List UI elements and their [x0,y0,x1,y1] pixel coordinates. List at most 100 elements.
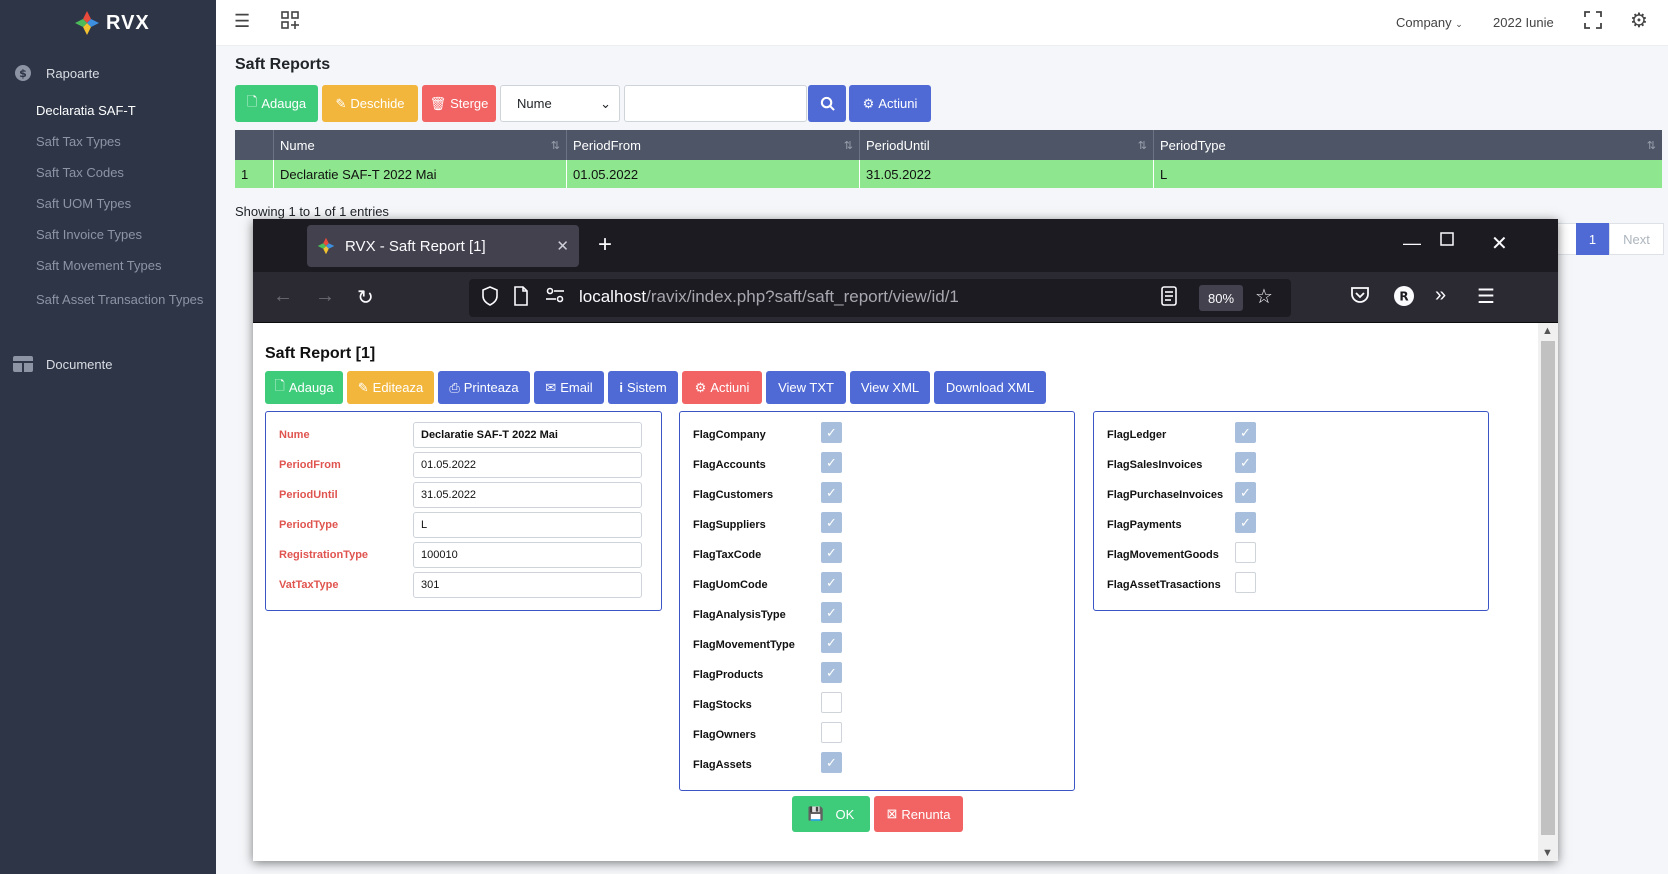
hamburger-menu-icon[interactable]: ☰ [234,11,250,32]
flag-checkbox[interactable]: ✓ [1235,422,1256,443]
file-icon: 🗋 [246,93,258,109]
browser-tab[interactable]: RVX - Saft Report [1] ✕ [307,225,579,267]
back-icon[interactable]: ← [273,285,293,308]
sidebar-item-declaratia-saft[interactable]: Declaratia SAF-T [36,101,206,120]
view-txt-button[interactable]: View TXT [766,371,846,404]
bookmark-star-icon[interactable]: ☆ [1255,284,1273,309]
extensions-chevron-icon[interactable]: » [1435,284,1446,307]
flag-checkbox[interactable]: ✓ [821,512,842,533]
report-system-button[interactable]: i Sistem [608,371,678,404]
pocket-icon[interactable] [1350,286,1370,310]
flag-checkbox[interactable]: ✓ [821,452,842,473]
minimize-icon[interactable]: — [1403,233,1421,254]
field-vattaxtype-input[interactable]: 301 [413,572,642,598]
field-label-periodfrom: PeriodFrom [279,459,341,471]
sidebar-item-saft-asset-transaction-types[interactable]: Saft Asset Transaction Types [36,290,206,309]
app-logo[interactable]: RVX [74,8,150,38]
profile-avatar[interactable]: R [1393,285,1415,313]
flag-checkbox[interactable]: ✓ [1235,482,1256,503]
sidebar-item-saft-tax-codes[interactable]: Saft Tax Codes [36,163,206,182]
field-periodtype-input[interactable]: L [413,512,642,538]
report-edit-button[interactable]: ✎ Editeaza [347,371,434,404]
open-button[interactable]: ✎ Deschide [322,85,418,122]
flag-checkbox[interactable]: ✓ [821,752,842,773]
sidebar-group-documente[interactable]: Documente [12,355,112,373]
flag-checkbox[interactable]: ✓ [1235,452,1256,473]
flag-checkbox[interactable] [1235,572,1256,593]
flag-label: FlagUomCode [693,579,768,591]
table-row[interactable]: 1 Declaratie SAF-T 2022 Mai 01.05.2022 3… [235,160,1662,188]
sidebar-item-saft-invoice-types[interactable]: Saft Invoice Types [36,225,206,244]
page-icon[interactable] [513,286,529,311]
scroll-down-arrow-icon[interactable]: ▼ [1542,847,1553,859]
field-nume-input[interactable]: Declaratie SAF-T 2022 Mai [413,422,642,448]
report-actions-button[interactable]: ⚙ Actiuni [682,371,762,404]
column-header-periodtype[interactable]: PeriodType ⇅ [1154,130,1662,160]
sidebar-item-saft-uom-types[interactable]: Saft UOM Types [36,194,206,213]
forward-icon[interactable]: → [315,285,335,308]
delete-button[interactable]: 🗑 Sterge [422,85,496,122]
scrollbar-thumb[interactable] [1541,341,1555,835]
column-header-perioduntil[interactable]: PeriodUntil ⇅ [860,130,1154,160]
permissions-icon[interactable] [545,286,565,309]
report-email-button[interactable]: ✉ Email [534,371,604,404]
cancel-button[interactable]: ⊠ Renunta [874,796,963,832]
url-text[interactable]: localhost/ravix/index.php?saft/saft_repo… [579,287,959,307]
gear-icon[interactable]: ⚙ [1630,8,1648,33]
report-add-button[interactable]: 🗋 Adauga [265,371,343,404]
apps-grid-icon[interactable] [280,10,300,35]
zoom-level[interactable]: 80% [1199,285,1243,311]
ok-button[interactable]: 💾 OK [792,796,870,832]
period-selector[interactable]: 2022 Iunie [1493,15,1554,30]
flag-checkbox[interactable]: ✓ [821,542,842,563]
browser-menu-icon[interactable]: ☰ [1477,284,1495,309]
column-header-periodfrom[interactable]: PeriodFrom ⇅ [567,130,860,160]
flag-checkbox[interactable]: ✓ [821,422,842,443]
filter-field-select[interactable]: Nume ⌄ [500,85,620,122]
sort-icon: ⇅ [1137,139,1147,152]
checkmark-icon: ✓ [1240,484,1251,500]
flag-checkbox[interactable]: ✓ [821,572,842,593]
reload-icon[interactable]: ↻ [357,285,374,310]
flag-checkbox[interactable] [821,722,842,743]
search-input[interactable] [624,85,807,122]
add-button[interactable]: 🗋 Adauga [235,85,318,122]
report-print-button[interactable]: ⎙ Printeaza [438,371,530,404]
table-cell-periodfrom: 01.05.2022 [567,160,860,188]
url-bar[interactable]: localhost/ravix/index.php?saft/saft_repo… [469,279,1291,317]
pager-next[interactable]: Next [1609,223,1664,255]
field-perioduntil-input[interactable]: 31.05.2022 [413,482,642,508]
fullscreen-icon[interactable] [1583,10,1603,35]
company-dropdown[interactable]: Company ⌄ [1396,15,1463,30]
download-xml-button[interactable]: Download XML [934,371,1046,404]
flag-label: FlagProducts [693,669,764,681]
pager-page-1[interactable]: 1 [1576,223,1609,255]
close-tab-icon[interactable]: ✕ [556,237,569,255]
flag-checkbox[interactable] [821,692,842,713]
sidebar-item-saft-tax-types[interactable]: Saft Tax Types [36,132,206,151]
gear-icon: ⚙ [694,379,707,395]
checkmark-icon: ✓ [826,484,837,500]
search-button[interactable] [808,85,846,122]
flag-checkbox[interactable]: ✓ [821,632,842,653]
flag-checkbox[interactable]: ✓ [821,602,842,623]
flag-checkbox[interactable]: ✓ [821,662,842,683]
flag-checkbox[interactable]: ✓ [821,482,842,503]
field-periodfrom-input[interactable]: 01.05.2022 [413,452,642,478]
viewport-scrollbar[interactable]: ▲ ▼ [1538,323,1558,861]
field-registrationtype-input[interactable]: 100010 [413,542,642,568]
maximize-icon[interactable] [1439,231,1455,252]
view-xml-button[interactable]: View XML [850,371,930,404]
column-header-nume[interactable]: Nume ⇅ [274,130,567,160]
flag-checkbox[interactable] [1235,542,1256,563]
close-window-icon[interactable]: ✕ [1491,231,1508,256]
browser-tab-title: RVX - Saft Report [1] [345,237,486,255]
sidebar-group-rapoarte[interactable]: $ Rapoarte [12,64,99,82]
flag-checkbox[interactable]: ✓ [1235,512,1256,533]
shield-icon[interactable] [481,286,499,311]
new-tab-icon[interactable]: + [598,231,612,259]
scroll-up-arrow-icon[interactable]: ▲ [1542,325,1553,337]
sidebar-item-saft-movement-types[interactable]: Saft Movement Types [36,256,206,275]
actions-button[interactable]: ⚙ Actiuni [849,85,931,122]
reader-view-icon[interactable] [1161,286,1177,311]
